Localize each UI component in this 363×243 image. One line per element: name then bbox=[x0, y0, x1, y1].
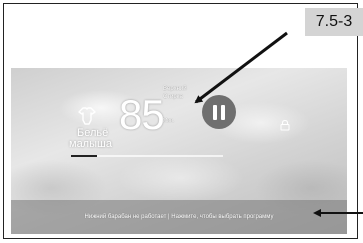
lock-icon[interactable] bbox=[279, 119, 291, 131]
program-label-line2: малыша bbox=[69, 138, 112, 150]
drum-label-line2: Стирка bbox=[163, 94, 183, 100]
drum-label: Верхний Стирка bbox=[163, 85, 187, 101]
baby-bodysuit-icon bbox=[78, 107, 96, 125]
time-unit: Мин. bbox=[163, 118, 175, 124]
drum-label-line1: Верхний bbox=[163, 86, 187, 92]
display-screen: Бельё малыша 85 Верхний Стирка Мин. Нижн… bbox=[11, 68, 347, 234]
status-message: Нижний барабан не работает | Нажмите, чт… bbox=[84, 214, 274, 220]
callout-label: 7.5-3 bbox=[305, 8, 363, 36]
pause-button[interactable] bbox=[202, 95, 236, 129]
progress-fill bbox=[71, 155, 97, 157]
pause-icon bbox=[211, 104, 227, 120]
progress-bar bbox=[71, 155, 223, 157]
status-bar[interactable]: Нижний барабан не работает | Нажмите, чт… bbox=[11, 200, 347, 234]
remaining-time: 85 bbox=[119, 91, 165, 138]
